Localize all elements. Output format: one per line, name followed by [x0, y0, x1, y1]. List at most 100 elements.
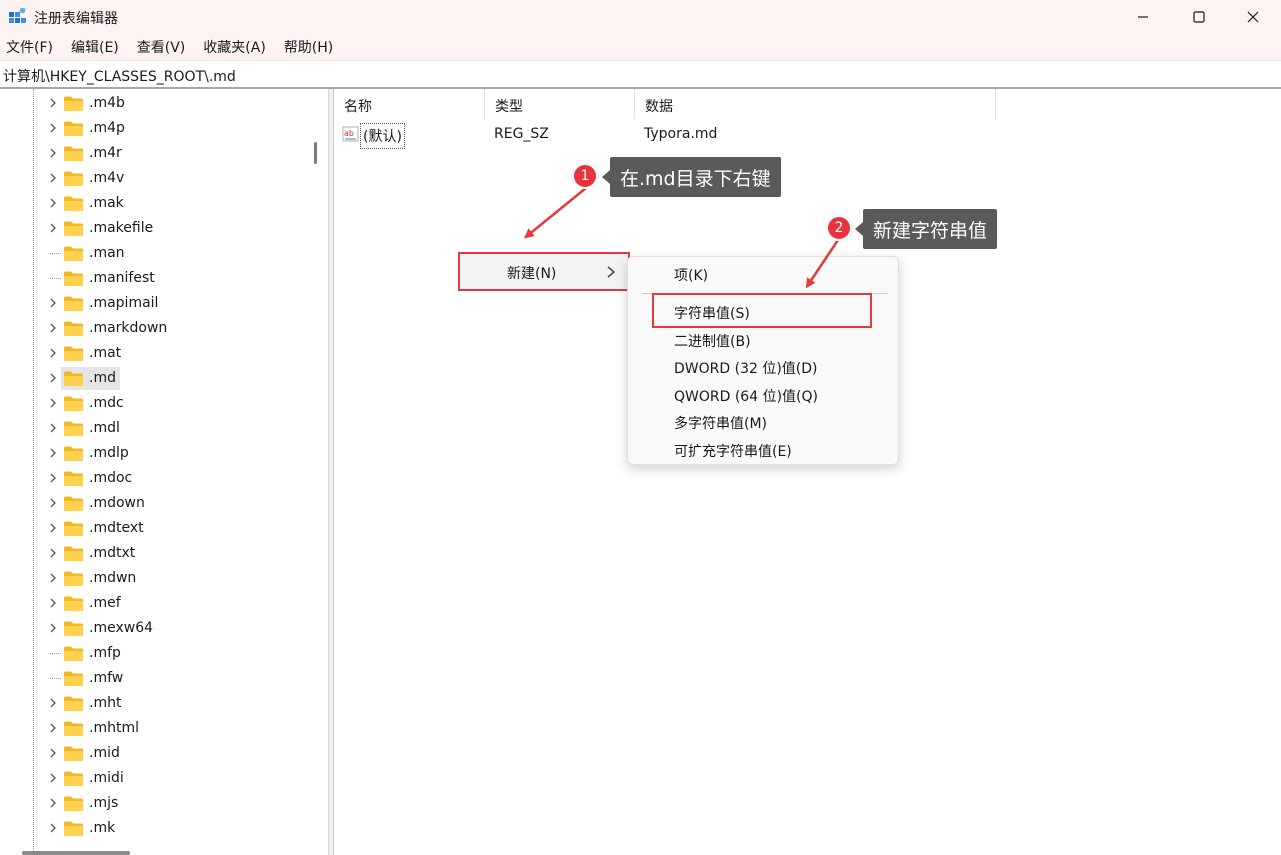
values-list[interactable]: 名称 类型 数据 ab (默认) REG_SZ Typora.md [334, 89, 1281, 855]
tree-vertical-scrollbar[interactable] [306, 89, 328, 855]
tree-item[interactable]: .mfp [0, 641, 306, 666]
tree-item[interactable]: .midi [0, 766, 306, 791]
chevron-right-icon[interactable] [46, 821, 60, 835]
tree-item[interactable]: .manifest [0, 266, 306, 291]
chevron-right-icon[interactable] [46, 471, 60, 485]
tree-item[interactable]: .m4b [0, 91, 306, 116]
tree-item-label: .m4v [89, 170, 125, 186]
tree-item[interactable]: .makefile [0, 216, 306, 241]
maximize-button[interactable] [1171, 0, 1227, 34]
menu-help[interactable]: 帮助(H) [284, 37, 333, 57]
menu-item-key[interactable]: 项(K) [674, 265, 708, 285]
column-name-label: 名称 [344, 99, 372, 115]
tree-item-label: .mdlp [89, 445, 129, 461]
key-tree[interactable]: .m4b .m4p .m4r .m4v .mak .makefile .man .manife… [0, 89, 306, 855]
tree-item[interactable]: .md [0, 366, 306, 391]
chevron-right-icon[interactable] [46, 121, 60, 135]
chevron-right-icon[interactable] [46, 596, 60, 610]
minimize-button[interactable] [1115, 0, 1171, 34]
chevron-right-icon[interactable] [46, 346, 60, 360]
menu-view[interactable]: 查看(V) [137, 37, 186, 57]
chevron-right-icon[interactable] [46, 696, 60, 710]
tree-item[interactable]: .mdown [0, 491, 306, 516]
folder-icon [64, 196, 83, 211]
tree-scroll-thumb[interactable] [314, 142, 317, 164]
tree-item-label: .mdwn [89, 570, 137, 586]
tree-item[interactable]: .mdwn [0, 566, 306, 591]
folder-icon [64, 596, 83, 611]
chevron-right-icon[interactable] [46, 171, 60, 185]
tree-item[interactable]: .mdoc [0, 466, 306, 491]
folder-icon [64, 546, 83, 561]
value-name[interactable]: (默认) [360, 123, 405, 149]
chevron-right-icon[interactable] [46, 446, 60, 460]
tree-item[interactable]: .mid [0, 741, 306, 766]
chevron-right-icon[interactable] [46, 496, 60, 510]
folder-icon [64, 646, 83, 661]
menu-item-qword-value[interactable]: QWORD (64 位)值(Q) [674, 386, 818, 406]
tree-item[interactable]: .mat [0, 341, 306, 366]
column-header-data[interactable]: 数据 [635, 89, 996, 119]
value-data: Typora.md [644, 126, 718, 142]
tree-connector [50, 678, 61, 679]
tree-item[interactable]: .mhtml [0, 716, 306, 741]
tree-item[interactable]: .mdl [0, 416, 306, 441]
column-header-name[interactable]: 名称 [334, 89, 485, 119]
chevron-right-icon[interactable] [46, 396, 60, 410]
tree-horizontal-scroll-thumb[interactable] [22, 851, 130, 855]
tree-item[interactable]: .mdc [0, 391, 306, 416]
tree-item[interactable]: .mapimail [0, 291, 306, 316]
tree-item[interactable]: .man [0, 241, 306, 266]
tree-item[interactable]: .markdown [0, 316, 306, 341]
chevron-right-icon[interactable] [46, 546, 60, 560]
tree-item-label: .makefile [89, 220, 154, 236]
context-menu-new[interactable]: 新建(N) [458, 252, 630, 291]
tree-item[interactable]: .mht [0, 691, 306, 716]
tree-item[interactable]: .m4v [0, 166, 306, 191]
close-button[interactable] [1225, 0, 1281, 34]
folder-icon [64, 396, 83, 411]
chevron-right-icon[interactable] [46, 421, 60, 435]
tree-item[interactable]: .mjs [0, 791, 306, 816]
tree-item[interactable]: .mfw [0, 666, 306, 691]
chevron-right-icon[interactable] [46, 221, 60, 235]
chevron-right-icon[interactable] [46, 571, 60, 585]
address-path[interactable]: 计算机\HKEY_CLASSES_ROOT\.md [3, 66, 236, 86]
address-bar[interactable]: 计算机\HKEY_CLASSES_ROOT\.md [0, 60, 1281, 89]
step-2-badge: 2 [826, 215, 852, 241]
tree-item[interactable]: .mdtxt [0, 541, 306, 566]
chevron-right-icon[interactable] [46, 321, 60, 335]
menu-edit[interactable]: 编辑(E) [71, 37, 119, 57]
menu-file[interactable]: 文件(F) [6, 37, 53, 57]
menu-item-expandable-string-value[interactable]: 可扩充字符串值(E) [674, 441, 792, 461]
tree-item[interactable]: .mdtext [0, 516, 306, 541]
chevron-right-icon[interactable] [46, 146, 60, 160]
folder-icon [64, 121, 83, 136]
folder-icon [64, 146, 83, 161]
chevron-right-icon[interactable] [46, 721, 60, 735]
menu-item-binary-value[interactable]: 二进制值(B) [674, 331, 751, 351]
chevron-right-icon[interactable] [46, 746, 60, 760]
tree-item[interactable]: .m4p [0, 116, 306, 141]
chevron-right-icon[interactable] [46, 96, 60, 110]
menu-item-string-value[interactable]: 字符串值(S) [674, 303, 750, 323]
value-row[interactable]: ab (默认) REG_SZ Typora.md [334, 122, 1281, 149]
value-type: REG_SZ [494, 126, 549, 142]
tree-item[interactable]: .mak [0, 191, 306, 216]
chevron-right-icon[interactable] [46, 296, 60, 310]
tree-item[interactable]: .mexw64 [0, 616, 306, 641]
menu-item-multi-string-value[interactable]: 多字符串值(M) [674, 413, 767, 433]
menu-item-dword-value[interactable]: DWORD (32 位)值(D) [674, 358, 818, 378]
tree-item[interactable]: .mk [0, 816, 306, 841]
chevron-right-icon[interactable] [46, 196, 60, 210]
tree-item[interactable]: .mdlp [0, 441, 306, 466]
column-header-type[interactable]: 类型 [485, 89, 635, 119]
chevron-right-icon[interactable] [46, 371, 60, 385]
chevron-right-icon[interactable] [46, 771, 60, 785]
chevron-right-icon[interactable] [46, 521, 60, 535]
tree-item[interactable]: .mef [0, 591, 306, 616]
tree-item[interactable]: .m4r [0, 141, 306, 166]
chevron-right-icon[interactable] [46, 796, 60, 810]
menu-favorites[interactable]: 收藏夹(A) [203, 37, 266, 57]
chevron-right-icon[interactable] [46, 621, 60, 635]
